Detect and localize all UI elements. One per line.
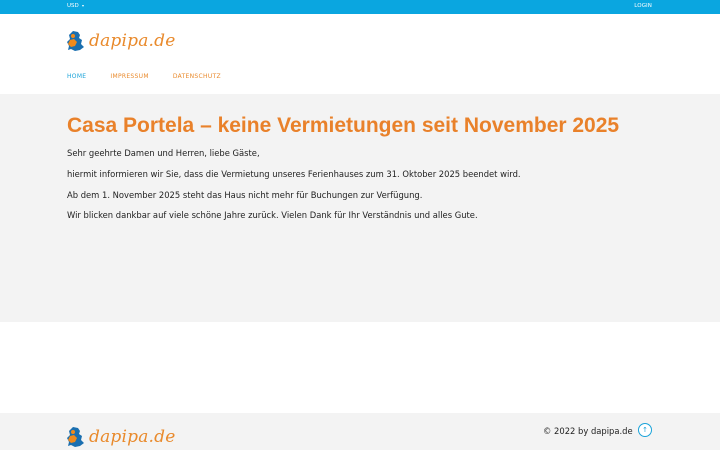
paragraph-availability: Ab dem 1. November 2025 steht das Haus n… xyxy=(67,190,423,200)
map-pin-logo-icon xyxy=(67,31,84,51)
main-content: Casa Portela – keine Vermietungen seit N… xyxy=(0,94,720,322)
page-title: Casa Portela – keine Vermietungen seit N… xyxy=(67,114,620,137)
chevron-down-icon xyxy=(81,5,84,7)
footer-logo-text: dapipa.de xyxy=(89,427,176,447)
site-footer: dapipa.de © 2022 by dapipa.de ↑ xyxy=(0,413,720,450)
nav-item-home[interactable]: HOME xyxy=(67,73,86,80)
site-header: dapipa.de HOME IMPRESSUM DATENSCHUTZ xyxy=(0,14,720,94)
login-link[interactable]: LOGIN xyxy=(634,3,652,9)
paragraph-notice: hiermit informieren wir Sie, dass die Ve… xyxy=(67,169,521,179)
footer-logo[interactable]: dapipa.de xyxy=(66,426,176,448)
copyright-text: © 2022 by dapipa.de xyxy=(543,426,633,436)
nav-item-impressum[interactable]: IMPRESSUM xyxy=(110,73,148,80)
main-nav: HOME IMPRESSUM DATENSCHUTZ xyxy=(67,73,221,80)
logo-text: dapipa.de xyxy=(89,31,176,51)
currency-selector[interactable]: USD xyxy=(67,3,84,9)
arrow-up-icon: ↑ xyxy=(642,426,648,434)
site-logo[interactable]: dapipa.de xyxy=(66,30,176,52)
paragraph-thanks: Wir blicken dankbar auf viele schöne Jah… xyxy=(67,210,478,220)
map-pin-logo-icon xyxy=(67,427,84,447)
nav-item-datenschutz[interactable]: DATENSCHUTZ xyxy=(173,73,221,80)
currency-label: USD xyxy=(67,3,79,9)
paragraph-greeting: Sehr geehrte Damen und Herren, liebe Gäs… xyxy=(67,148,260,158)
top-bar: USD LOGIN xyxy=(0,0,720,14)
back-to-top-button[interactable]: ↑ xyxy=(638,423,652,437)
